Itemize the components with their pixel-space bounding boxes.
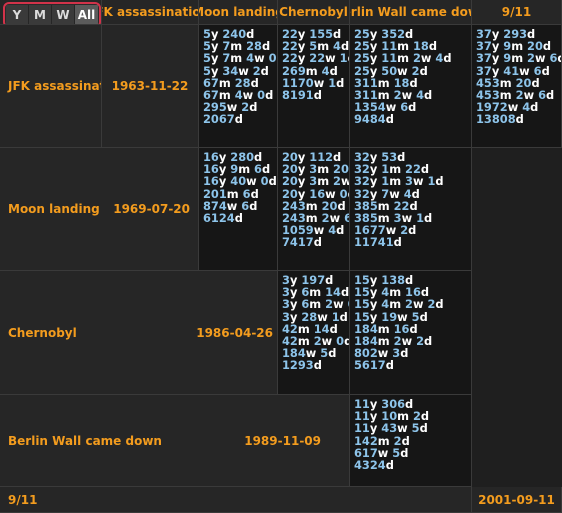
row-label-text: Berlin Wall came down: [8, 433, 162, 448]
event-date: 2001-09-11: [472, 487, 562, 513]
duration-cell: 20y 112d20y 3m 20d20y 3m 2w 6d20y 16w 0d…: [278, 148, 350, 271]
column-header: Moon landing: [199, 0, 278, 25]
column-header: Berlin Wall came down: [350, 0, 472, 25]
row-label: 9/11: [0, 487, 472, 513]
years-button[interactable]: Y: [6, 5, 29, 24]
duration-cell: 3y 197d3y 6m 14d3y 6m 2w 0d3y 28w 1d42m …: [278, 271, 350, 395]
duration-cell: 15y 138d 15y 4m 16d 15y 4m 2w 2d 15y 19w 5d…: [350, 271, 472, 395]
duration-line: 11741d: [354, 235, 402, 250]
row-label: Berlin Wall came down 1989-11-09: [0, 395, 350, 487]
row-label: JFK assassination: [0, 25, 102, 148]
duration-cell: 22y 155d22y 5m 4d22y 22w 1d269m 4d1170w …: [278, 25, 350, 148]
duration-cell: 32y 53d 32y 1m 22d 32y 1m 3w 1d 32y 7w 4d 38…: [350, 148, 472, 271]
duration-line: 9484d: [354, 112, 394, 127]
unit-toggle-group: Y M W All: [3, 2, 101, 24]
event-date: 1963-11-22: [102, 25, 199, 148]
row-label: Moon landing 1969-07-20: [0, 148, 199, 271]
duration-line: 6124d: [203, 211, 243, 226]
unit-toggle-cell: Y M W All: [0, 0, 102, 25]
duration-cell: 25y 352d 25y 11m 18d 25y 11m 2w 4d 25y 50w …: [350, 25, 472, 148]
column-header: 9/11: [472, 0, 562, 25]
row-label: Chernobyl 1986-04-26: [0, 271, 278, 395]
event-date: 1986-04-26: [196, 325, 273, 340]
duration-cell: 37y 293d37y 9m 20d37y 9m 2w 6d37y 41w 6d…: [472, 25, 562, 148]
duration-line: 7417d: [282, 235, 322, 250]
duration-line: 8191d: [282, 88, 322, 103]
all-button[interactable]: All: [75, 5, 98, 24]
weeks-button[interactable]: W: [52, 5, 75, 24]
row-label-text: 9/11: [8, 492, 38, 507]
row-label-text: Chernobyl: [8, 325, 77, 340]
row-label-text: Moon landing: [8, 202, 100, 216]
event-date: 1969-07-20: [113, 202, 190, 216]
duration-cell: 5y 240d5y 7m 28d5y 7m 4w 0d5y 34w 2d67m …: [199, 25, 278, 148]
column-header: Chernobyl: [278, 0, 350, 25]
duration-line: 13808d: [476, 112, 524, 127]
duration-line: 1293d: [282, 358, 322, 373]
duration-cell: 11y 306d 11y 10m 2d 11y 43w 5d 142m 2d 617w …: [350, 395, 472, 487]
duration-cell: 16y 280d 16y 9m 6d 16y 40w 0d 201m 6d 874w 6…: [199, 148, 278, 271]
duration-line: 2067d: [203, 112, 243, 127]
event-date: 1989-11-09: [244, 433, 321, 448]
duration-matrix: Y M W All JFK assassination Moon landing…: [0, 0, 562, 513]
duration-line: 5617d: [354, 358, 394, 373]
column-header: JFK assassination: [102, 0, 199, 25]
duration-line: 4324d: [354, 458, 394, 473]
months-button[interactable]: M: [29, 5, 52, 24]
